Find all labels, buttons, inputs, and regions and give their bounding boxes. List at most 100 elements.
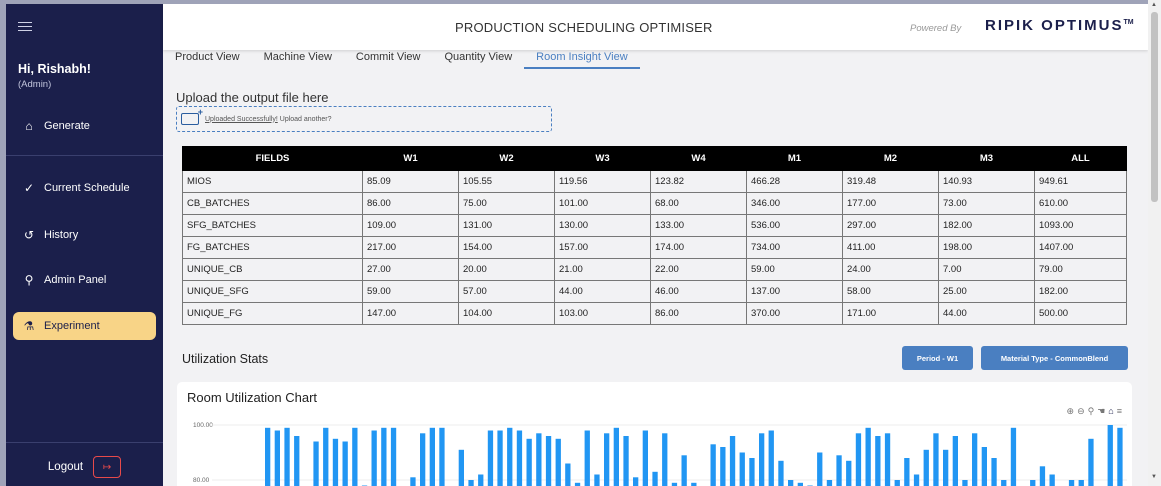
chart-bar[interactable] (913, 474, 920, 486)
chart-bar[interactable] (894, 480, 900, 486)
chart-bar[interactable] (371, 430, 377, 486)
chart-bar[interactable] (420, 433, 426, 486)
chart-bar[interactable] (1078, 480, 1084, 486)
chart-bar[interactable] (381, 427, 387, 486)
sidebar-item-history[interactable]: ↺ History (13, 221, 156, 249)
chart-bar[interactable] (274, 430, 280, 486)
chart-bar[interactable] (662, 433, 668, 486)
scroll-down-icon[interactable]: ▼ (1151, 474, 1157, 480)
chart-bar[interactable] (836, 455, 842, 486)
chart-bar[interactable] (1088, 438, 1094, 486)
chart-bar[interactable] (516, 430, 523, 486)
chart-bar[interactable] (788, 480, 794, 486)
logout-icon[interactable]: ↦ (93, 456, 122, 478)
scroll-up-icon[interactable]: ▲ (1151, 2, 1157, 8)
tab-quantity-view[interactable]: Quantity View (444, 49, 524, 69)
chart-bar[interactable] (846, 460, 852, 486)
chart-bar[interactable] (313, 441, 319, 486)
chart-bar[interactable] (865, 427, 871, 486)
user-role: (Admin) (18, 79, 52, 90)
chart-bar[interactable] (933, 433, 939, 486)
material-type-filter-button[interactable]: Material Type - CommonBlend (981, 346, 1128, 370)
chart-bar[interactable] (759, 433, 765, 486)
chart-bar[interactable] (565, 463, 571, 486)
chart-bar[interactable] (768, 430, 774, 486)
chart-bar[interactable] (1030, 480, 1036, 486)
upload-dropzone[interactable]: Uploaded Successfully! Upload another? (176, 106, 552, 132)
chart-bar[interactable] (429, 427, 435, 486)
chart-bar[interactable] (739, 452, 745, 486)
chart-bar[interactable] (284, 427, 290, 486)
sidebar-item-current-schedule[interactable]: ✓ Current Schedule (13, 174, 156, 202)
chart-bar[interactable] (681, 455, 687, 486)
chart-bar[interactable] (826, 480, 833, 486)
chart-bar[interactable] (265, 427, 271, 486)
chart-bar[interactable] (729, 436, 736, 486)
chart-bar[interactable] (545, 436, 552, 486)
chart-bar[interactable] (594, 474, 600, 486)
chart-bar[interactable] (323, 427, 329, 486)
hamburger-menu-icon[interactable] (18, 22, 32, 34)
tab-machine-view[interactable]: Machine View (264, 49, 344, 69)
scrollbar-thumb[interactable] (1151, 12, 1158, 202)
chart-bar[interactable] (439, 427, 445, 486)
value-cell: 131.00 (458, 214, 555, 237)
chart-bar[interactable] (478, 474, 484, 486)
chart-bar[interactable] (991, 458, 997, 486)
chart-bar[interactable] (458, 449, 464, 486)
chart-bar[interactable] (962, 480, 968, 486)
chart-bar[interactable] (332, 438, 339, 486)
chart-bar[interactable] (507, 427, 513, 486)
chart-bar[interactable] (943, 449, 949, 486)
chart-bar[interactable] (536, 433, 542, 486)
chart-bar[interactable] (613, 427, 619, 486)
chart-bar[interactable] (352, 427, 358, 486)
chart-bar[interactable] (884, 433, 891, 486)
chart-bar[interactable] (1117, 427, 1123, 486)
chart-bar[interactable] (904, 458, 910, 486)
sidebar-item-generate[interactable]: ⌂ Generate (13, 112, 156, 140)
chart-bar[interactable] (584, 430, 590, 486)
chart-bar[interactable] (526, 438, 532, 486)
chart-bar[interactable] (1010, 427, 1017, 486)
period-filter-button[interactable]: Period - W1 (902, 346, 973, 370)
chart-bar[interactable] (778, 460, 784, 486)
chart-bar[interactable] (555, 438, 561, 486)
chart-bar[interactable] (604, 433, 610, 486)
tab-product-view[interactable]: Product View (175, 49, 252, 69)
sidebar-item-admin-panel[interactable]: ⚲ Admin Panel (13, 266, 156, 294)
chart-bar[interactable] (1049, 474, 1055, 486)
chart-bar[interactable] (855, 433, 862, 486)
chart-bar[interactable] (642, 430, 648, 486)
value-cell: 85.09 (362, 170, 459, 193)
tab-commit-view[interactable]: Commit View (356, 49, 433, 69)
chart-bar[interactable] (652, 471, 658, 486)
tab-room-insight-view[interactable]: Room Insight View (524, 49, 640, 69)
chart-bar[interactable] (817, 452, 823, 486)
chart-bar[interactable] (410, 477, 416, 486)
chart-bar[interactable] (623, 436, 629, 486)
logout-label[interactable]: Logout (48, 461, 83, 473)
chart-bar[interactable] (923, 449, 929, 486)
chart-bar[interactable] (749, 458, 755, 486)
chart-bar[interactable] (1068, 480, 1075, 486)
chart-bar[interactable] (390, 427, 397, 486)
chart-bar[interactable] (497, 430, 503, 486)
chart-bar[interactable] (972, 433, 978, 486)
chart-bar[interactable] (875, 436, 881, 486)
chart-bar[interactable] (710, 444, 716, 486)
upload-status-link[interactable]: Uploaded Successfully! (205, 116, 278, 123)
chart-bar[interactable] (294, 436, 300, 486)
chart-bar[interactable] (1107, 425, 1113, 486)
chart-bar[interactable] (952, 436, 958, 486)
sidebar-item-experiment[interactable]: ⚗ Experiment (13, 312, 156, 340)
chart-bar[interactable] (1001, 480, 1007, 486)
chart-bar[interactable] (720, 447, 726, 486)
chart-bar[interactable] (468, 480, 474, 486)
chart-bar[interactable] (633, 477, 639, 486)
chart-bar[interactable] (981, 447, 987, 486)
page-scrollbar[interactable]: ▲ ▼ (1148, 0, 1161, 486)
chart-bar[interactable] (487, 430, 494, 486)
chart-bar[interactable] (342, 441, 348, 486)
chart-bar[interactable] (1039, 466, 1046, 486)
